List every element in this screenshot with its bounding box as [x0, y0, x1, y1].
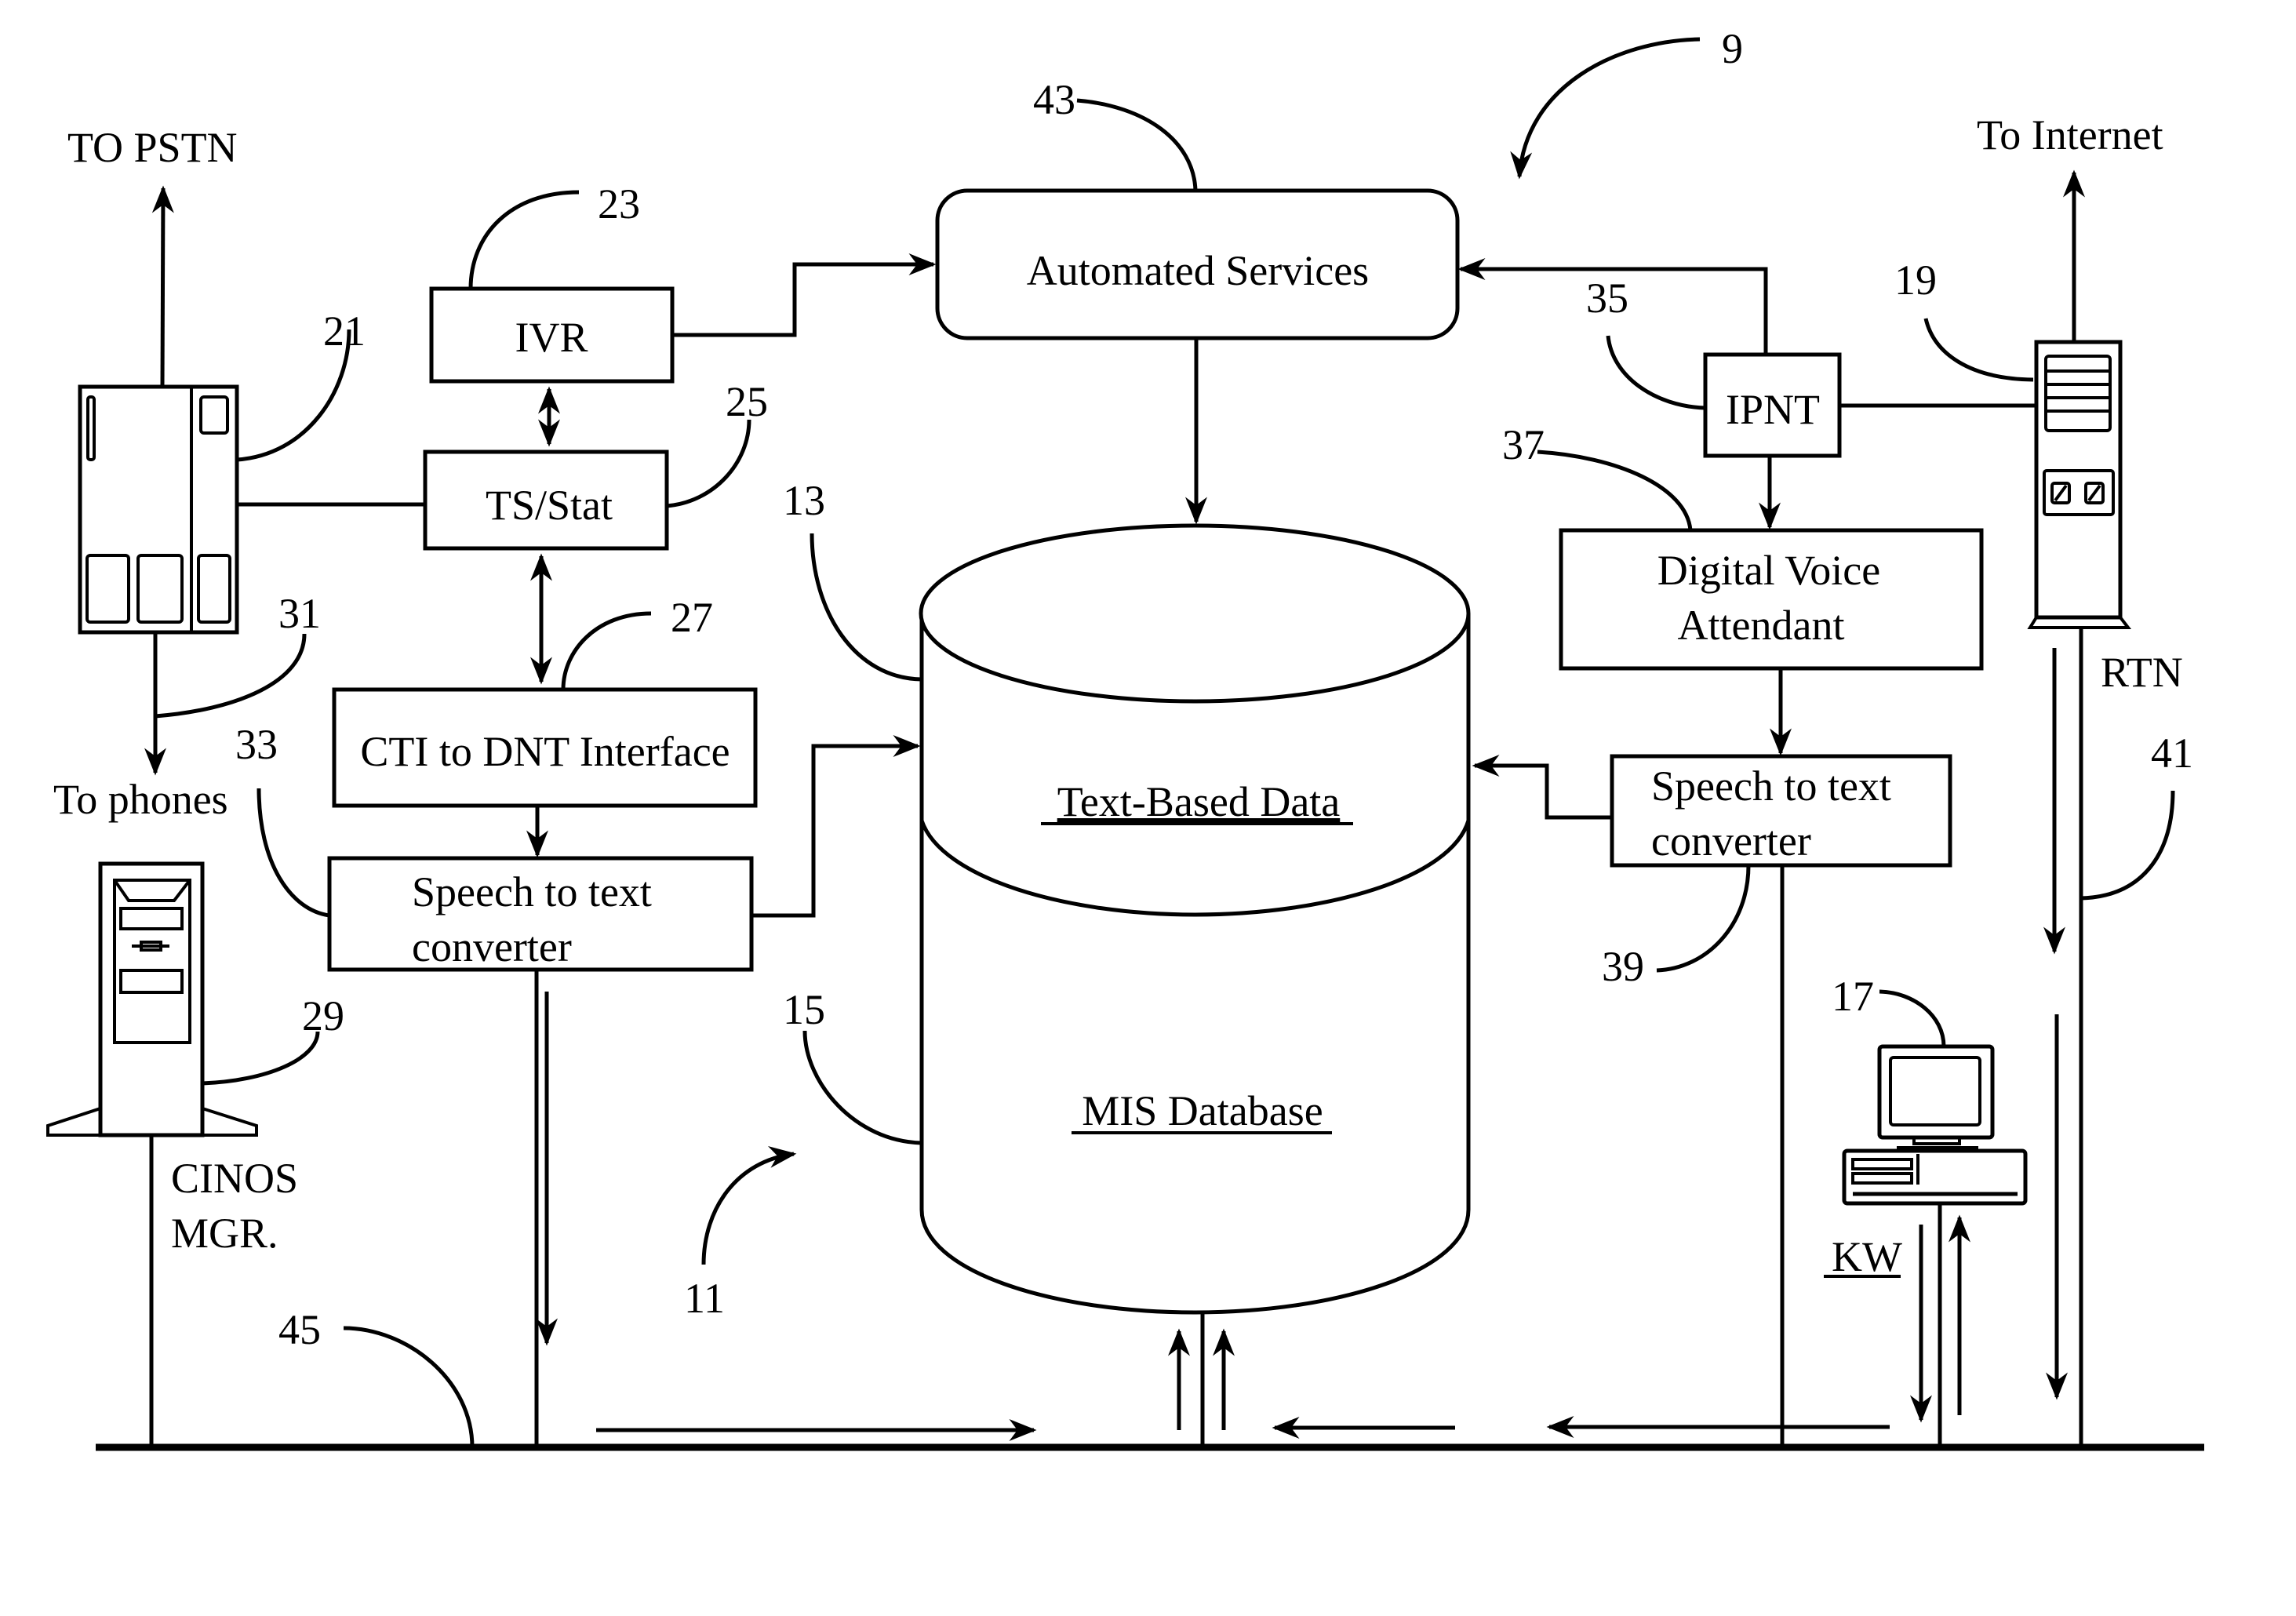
router-line-ref-leader	[2080, 790, 2175, 901]
speech-left-to-db	[751, 735, 921, 918]
db-bottom-ref: 15	[783, 986, 825, 1033]
workstation-ref-leader	[1879, 989, 1946, 1047]
ivr-ref: 23	[598, 180, 640, 227]
internet-label: To Internet	[1977, 111, 2163, 158]
dva-line1: Digital Voice	[1657, 547, 1880, 594]
db-body	[919, 613, 1471, 1315]
ts-stat-label: TS/Stat	[486, 482, 613, 529]
db-bottom-label: MIS Database	[1082, 1087, 1323, 1134]
db-group-ref-arrow	[701, 1146, 797, 1265]
workstation-ref: 17	[1832, 973, 1874, 1020]
cti-label: CTI to DNT Interface	[360, 728, 730, 775]
speech-left-line2: converter	[412, 923, 572, 970]
router-label: RTN	[2101, 649, 2183, 696]
cinos-label-line2: MGR.	[171, 1210, 278, 1257]
speech-left-ref: 33	[235, 721, 278, 768]
automated-services-label: Automated Services	[1027, 247, 1369, 294]
dva-ref: 37	[1502, 421, 1545, 468]
router-ref: 19	[1894, 257, 1937, 304]
db-top-ref: 13	[783, 477, 825, 524]
db-bottom-ref-leader	[802, 1030, 922, 1145]
speech-right-to-db	[1472, 755, 1612, 820]
phones-label: To phones	[53, 776, 228, 823]
ts-stat-ref: 25	[726, 378, 768, 425]
system-ref-label: 9	[1722, 25, 1743, 72]
speech-right-ref-leader	[1656, 864, 1751, 973]
db-top	[919, 523, 1471, 704]
speech-right-line2: converter	[1651, 817, 1811, 864]
cinos-ref-leader	[202, 1031, 320, 1086]
cinos-manager-tower[interactable]	[46, 861, 258, 1137]
speech-left-line1: Speech to text	[412, 868, 652, 915]
automated-services-ref-leader	[1076, 98, 1198, 191]
ivr-label: IVR	[515, 314, 588, 361]
phones-ref-leader	[155, 633, 307, 719]
dva-ref-leader	[1537, 449, 1693, 531]
lan-ref-leader	[343, 1326, 475, 1448]
switch-body	[78, 384, 239, 635]
ipnt-ref: 35	[1586, 275, 1628, 322]
ivr-to-automated-services	[672, 253, 937, 337]
ipnt-label: IPNT	[1726, 386, 1820, 433]
dva-line2: Attendant	[1678, 602, 1845, 649]
ts-stat-ref-leader	[666, 419, 751, 508]
database-cylinder[interactable]	[919, 523, 1471, 1315]
router-tower[interactable]	[2027, 340, 2132, 629]
db-group-ref: 11	[684, 1275, 725, 1322]
router-line-ref: 41	[2151, 730, 2193, 777]
workstation-label: KW	[1832, 1233, 1902, 1280]
phones-ref: 31	[278, 590, 321, 637]
speech-left-ref-leader	[257, 788, 330, 918]
lan-ref: 45	[278, 1306, 321, 1353]
knowledge-worker-station[interactable]	[1842, 1044, 2028, 1206]
speech-right-line1: Speech to text	[1651, 763, 1891, 810]
cti-ref: 27	[671, 594, 713, 641]
speech-right-ref: 39	[1602, 943, 1644, 990]
cinos-ref: 29	[302, 992, 344, 1039]
pstn-line	[151, 185, 174, 388]
automated-services-ref: 43	[1033, 76, 1075, 123]
ipnt-ref-leader	[1606, 335, 1706, 410]
pbx-switch[interactable]	[78, 384, 239, 635]
router-ref-leader	[1923, 318, 2034, 382]
pstn-label: TO PSTN	[67, 124, 238, 171]
db-top-label: Text-Based Data	[1057, 778, 1341, 825]
system-ref-arrow	[1510, 37, 1701, 180]
ivr-ref-leader	[468, 190, 580, 289]
cti-ref-leader	[561, 611, 652, 690]
cinos-label-line1: CINOS	[171, 1155, 298, 1202]
switch-ref: 21	[323, 308, 366, 355]
patent-diagram: 9 TO PSTN 21 31 To phones IVR 23 TS/Stat…	[46, 25, 2204, 1451]
db-top-ref-leader	[810, 533, 922, 682]
